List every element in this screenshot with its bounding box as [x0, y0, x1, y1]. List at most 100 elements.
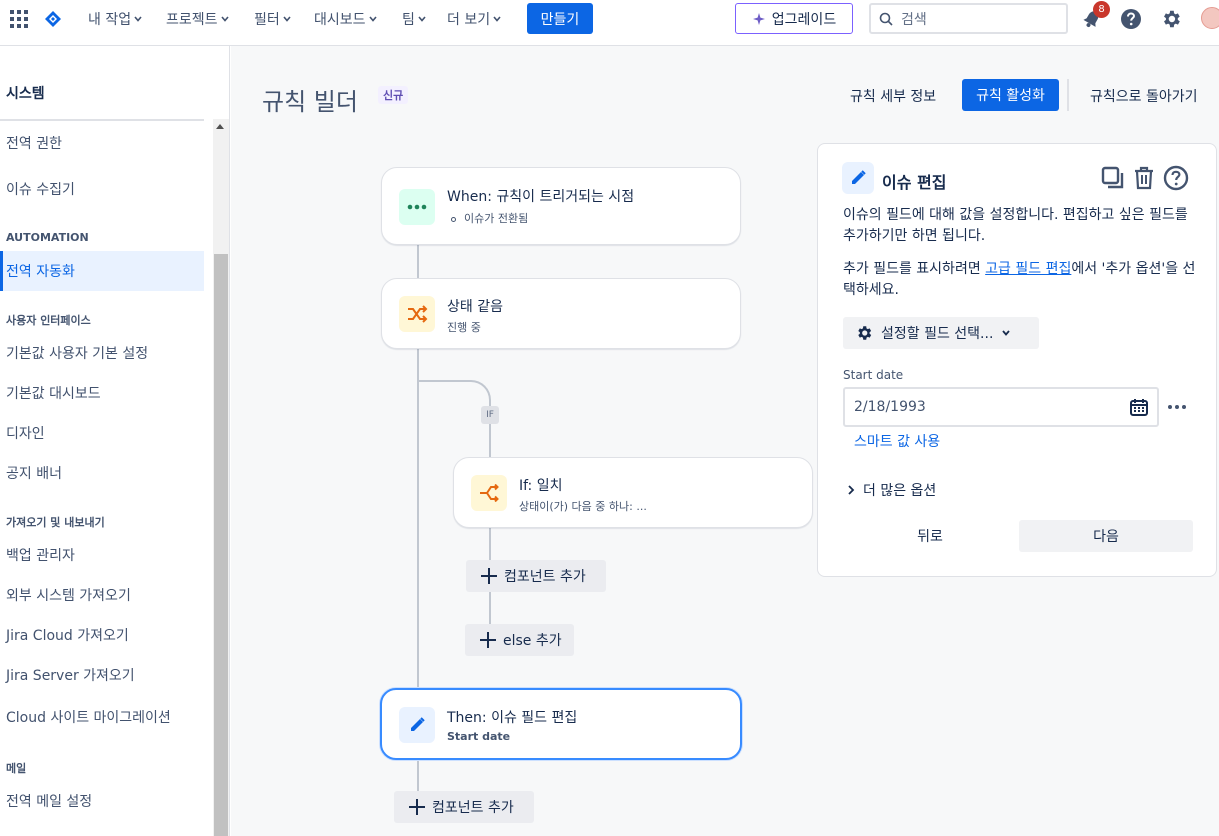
page-title: 규칙 빌더 [262, 88, 358, 116]
start-date-label: Start date [843, 368, 904, 382]
sidebar-item-external-import[interactable]: 외부 시스템 가져오기 [6, 585, 131, 605]
sidebar-item-jira-cloud-import[interactable]: Jira Cloud 가져오기 [6, 625, 129, 645]
copy-icon[interactable] [1100, 165, 1126, 191]
settings-gear-icon[interactable] [1160, 8, 1182, 30]
action-card[interactable]: Then: 이슈 필드 편집 Start date [380, 688, 742, 760]
nav-filters[interactable]: 필터 [254, 10, 291, 28]
create-button[interactable]: 만들기 [527, 3, 593, 34]
notification-badge: 8 [1093, 1, 1110, 18]
action-subtitle: Start date [447, 730, 511, 743]
search-placeholder: 검색 [901, 11, 927, 28]
settings-gear-icon [858, 326, 872, 340]
advanced-field-editing-link[interactable]: 고급 필드 편집 [985, 261, 1071, 277]
panel-description-advanced-prefix: 추가 필드를 표시하려면 [843, 261, 986, 277]
sidebar: 시스템 전역 권한 이슈 수집기 AUTOMATION 전역 자동화 사용자 인… [0, 46, 230, 836]
select-field-label: 설정할 필드 선택... [881, 326, 994, 342]
avatar[interactable] [1201, 7, 1219, 29]
help-icon[interactable] [1163, 165, 1189, 191]
chevron-down-icon [418, 16, 426, 22]
sidebar-item-cloud-migration[interactable]: Cloud 사이트 마이그레이션 [6, 707, 171, 727]
sidebar-item-global-mail-settings[interactable]: 전역 메일 설정 [6, 791, 92, 811]
add-component-label: 컴포넌트 추가 [432, 800, 514, 816]
add-else-button[interactable]: else 추가 [465, 624, 574, 656]
more-options-icon[interactable] [1166, 397, 1188, 417]
plus-icon [480, 632, 496, 648]
more-options-label: 더 많은 옵션 [863, 483, 937, 499]
app-switcher-icon[interactable] [10, 10, 28, 28]
nav-my-work[interactable]: 내 작업 [88, 10, 142, 28]
flow-connector [417, 245, 419, 280]
upgrade-label: 업그레이드 [771, 11, 837, 28]
sidebar-item-global-permissions[interactable]: 전역 권한 [6, 133, 62, 153]
branch-icon [471, 475, 507, 511]
sidebar-divider [0, 119, 204, 121]
search-input[interactable]: 검색 [869, 3, 1068, 34]
chevron-down-icon [493, 16, 501, 22]
sidebar-section-import-export: 가져오기 및 내보내기 [6, 516, 105, 529]
if-block-subtitle: 상태이(가) 다음 중 하나: ... [519, 500, 647, 513]
if-block-card[interactable]: If: 일치 상태이(가) 다음 중 하나: ... [453, 457, 813, 528]
next-button[interactable]: 다음 [1019, 520, 1193, 552]
sidebar-item-default-user-preferences[interactable]: 기본값 사용자 기본 설정 [6, 343, 148, 363]
chevron-down-icon [283, 16, 291, 22]
nav-projects-label: 프로젝트 [166, 12, 218, 28]
search-icon [879, 12, 893, 26]
use-smart-value-link[interactable]: 스마트 값 사용 [854, 431, 940, 451]
nav-teams-label: 팀 [402, 12, 415, 28]
nav-filters-label: 필터 [254, 12, 280, 28]
plus-icon [409, 799, 425, 815]
sidebar-item-default-dashboard[interactable]: 기본값 대시보드 [6, 383, 101, 403]
sidebar-item-backup-manager[interactable]: 백업 관리자 [6, 545, 75, 565]
add-else-label: else 추가 [503, 633, 562, 649]
new-badge: 신규 [378, 86, 409, 104]
delete-trash-icon[interactable] [1131, 165, 1157, 191]
pencil-icon [399, 707, 435, 743]
add-component-button[interactable]: 컴포넌트 추가 [394, 791, 534, 823]
sidebar-item-jira-server-import[interactable]: Jira Server 가져오기 [6, 665, 135, 685]
condition-icon [399, 296, 435, 332]
jira-logo-icon[interactable] [44, 10, 62, 28]
sidebar-title: 시스템 [6, 86, 45, 102]
header-divider [1067, 79, 1069, 111]
nav-teams[interactable]: 팀 [402, 10, 426, 28]
nav-dashboards[interactable]: 대시보드 [314, 10, 377, 28]
sidebar-section-user-interface: 사용자 인터페이스 [6, 314, 91, 327]
chevron-down-icon [220, 16, 229, 22]
more-options-toggle[interactable]: 더 많은 옵션 [847, 480, 936, 500]
chevron-down-icon [134, 16, 142, 22]
nav-projects[interactable]: 프로젝트 [166, 10, 229, 28]
sidebar-scrollbar-thumb[interactable] [214, 254, 228, 836]
trigger-card[interactable]: When: 규칙이 트리거되는 시점 이슈가 전환됨 [381, 167, 741, 245]
pencil-icon [842, 162, 874, 194]
back-button[interactable]: 뒤로 [843, 520, 1017, 552]
if-block-title: If: 일치 [519, 478, 563, 494]
nav-more[interactable]: 더 보기 [447, 10, 501, 28]
add-component-button[interactable]: 컴포넌트 추가 [466, 560, 606, 592]
chevron-down-icon [368, 16, 377, 22]
trigger-icon [399, 189, 435, 225]
select-field-dropdown[interactable]: 설정할 필드 선택... [843, 317, 1039, 349]
chevron-down-icon [1002, 330, 1011, 336]
sidebar-item-design[interactable]: 디자인 [6, 423, 45, 443]
condition-title: 상태 같음 [447, 299, 503, 315]
flow-connector [417, 760, 419, 793]
trigger-subtitle-text: 이슈가 전환됨 [464, 212, 529, 225]
start-date-field[interactable]: 2/18/1993 [843, 387, 1159, 427]
scroll-up-arrow-icon[interactable] [216, 124, 224, 129]
plus-icon [481, 568, 497, 584]
sidebar-item-announcement-banner[interactable]: 공지 배너 [6, 463, 62, 483]
upgrade-button[interactable]: 업그레이드 [735, 3, 853, 34]
sidebar-item-issue-collectors[interactable]: 이슈 수집기 [6, 179, 75, 199]
enable-rule-button[interactable]: 규칙 활성화 [962, 79, 1059, 111]
back-to-rules-button[interactable]: 규칙으로 돌아가기 [1090, 86, 1198, 106]
condition-card[interactable]: 상태 같음 진행 중 [381, 278, 741, 349]
if-tag: IF [481, 406, 499, 424]
rule-details-button[interactable]: 규칙 세부 정보 [850, 86, 936, 106]
panel-description: 이슈의 필드에 대해 값을 설정합니다. 편집하고 싶은 필드를 추가하기만 하… [843, 207, 1188, 244]
trigger-title: When: 규칙이 트리거되는 시점 [447, 189, 635, 205]
sidebar-item-global-automation[interactable]: 전역 자동화 [6, 261, 75, 281]
calendar-icon[interactable] [1129, 397, 1149, 417]
flow-connector [489, 420, 491, 458]
nav-dashboards-label: 대시보드 [314, 12, 366, 28]
help-icon[interactable] [1120, 8, 1142, 30]
